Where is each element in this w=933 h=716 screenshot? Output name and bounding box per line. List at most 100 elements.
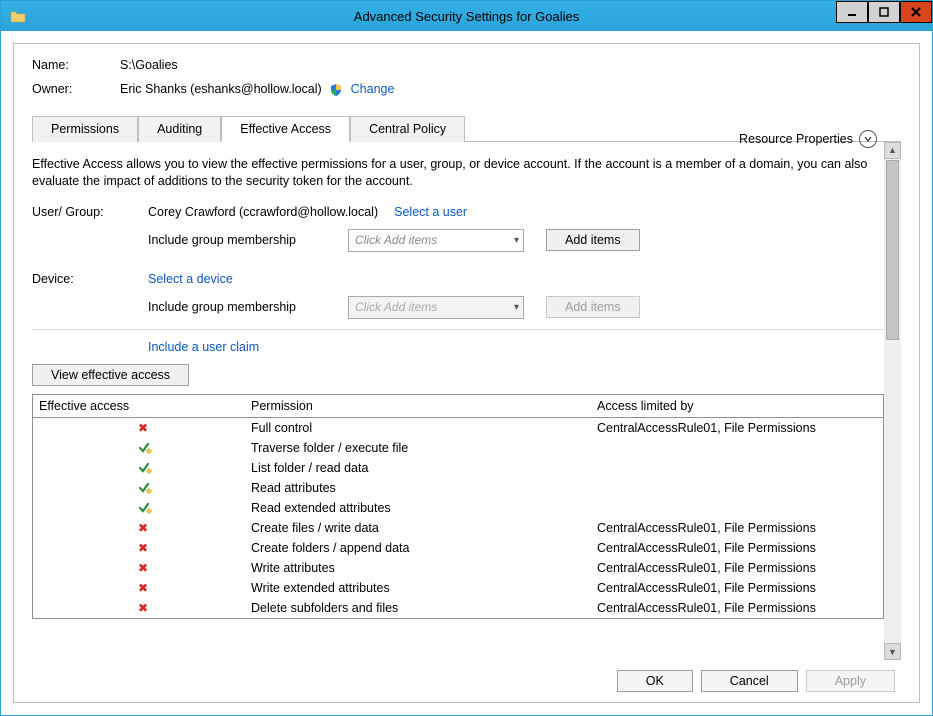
add-items-button-disabled: Add items bbox=[546, 296, 640, 318]
resource-properties: Resource Properties bbox=[739, 130, 877, 148]
permission-cell: Read attributes bbox=[251, 481, 597, 495]
name-value: S:\Goalies bbox=[120, 58, 178, 72]
chevron-down-icon: ▾ bbox=[514, 235, 519, 246]
tab-central-policy[interactable]: Central Policy bbox=[350, 116, 465, 142]
apply-button: Apply bbox=[806, 670, 895, 692]
window-frame: Advanced Security Settings for Goalies N… bbox=[0, 0, 933, 716]
select-device-link[interactable]: Select a device bbox=[148, 272, 233, 286]
grid-header-limit: Access limited by bbox=[597, 399, 877, 413]
table-row[interactable]: List folder / read data bbox=[33, 458, 883, 478]
select-user-link[interactable]: Select a user bbox=[394, 205, 467, 219]
dropdown-placeholder: Click Add items bbox=[355, 233, 437, 247]
owner-value: Eric Shanks (eshanks@hollow.local) Chang… bbox=[120, 82, 394, 97]
content-scroll-wrap: Effective Access allows you to view the … bbox=[32, 142, 901, 660]
table-row[interactable]: Create folders / append dataCentralAcces… bbox=[33, 538, 883, 558]
deny-icon bbox=[138, 541, 152, 555]
chevron-down-icon: ▾ bbox=[514, 302, 519, 313]
permission-cell: Write attributes bbox=[251, 561, 597, 575]
deny-icon bbox=[138, 421, 152, 435]
ok-button[interactable]: OK bbox=[617, 670, 693, 692]
name-row: Name: S:\Goalies bbox=[32, 58, 901, 72]
vertical-scrollbar[interactable]: ▲ ▼ bbox=[884, 142, 901, 660]
claim-row: Include a user claim bbox=[32, 340, 884, 354]
grid-header-permission: Permission bbox=[251, 399, 597, 413]
device-membership-dropdown: Click Add items ▾ bbox=[348, 296, 524, 319]
permission-cell: Full control bbox=[251, 421, 597, 435]
usergroup-membership-dropdown[interactable]: Click Add items ▾ bbox=[348, 229, 524, 252]
device-membership-row: Include group membership Click Add items… bbox=[32, 296, 884, 319]
allow-icon bbox=[137, 501, 153, 515]
view-effective-access-button[interactable]: View effective access bbox=[32, 364, 189, 386]
permission-cell: Delete subfolders and files bbox=[251, 601, 597, 615]
allow-icon bbox=[137, 481, 153, 495]
table-row[interactable]: Traverse folder / execute file bbox=[33, 438, 883, 458]
limited-by-cell: CentralAccessRule01, File Permissions bbox=[597, 421, 877, 435]
scroll-thumb[interactable] bbox=[886, 160, 899, 340]
body-area: Name: S:\Goalies Owner: Eric Shanks (esh… bbox=[1, 31, 932, 715]
add-items-button[interactable]: Add items bbox=[546, 229, 640, 251]
usergroup-label: User/ Group: bbox=[32, 205, 148, 219]
window-buttons bbox=[836, 1, 932, 23]
change-owner-link[interactable]: Change bbox=[351, 82, 395, 96]
tab-permissions[interactable]: Permissions bbox=[32, 116, 138, 142]
table-row[interactable]: Full controlCentralAccessRule01, File Pe… bbox=[33, 418, 883, 438]
content-area: Effective Access allows you to view the … bbox=[32, 142, 884, 660]
deny-icon bbox=[138, 521, 152, 535]
cancel-button[interactable]: Cancel bbox=[701, 670, 798, 692]
deny-icon bbox=[138, 581, 152, 595]
grid-header: Effective access Permission Access limit… bbox=[32, 394, 884, 418]
scroll-down-arrow[interactable]: ▼ bbox=[884, 643, 901, 660]
permission-cell: Traverse folder / execute file bbox=[251, 441, 597, 455]
table-row[interactable]: Read attributes bbox=[33, 478, 883, 498]
limited-by-cell: CentralAccessRule01, File Permissions bbox=[597, 601, 877, 615]
owner-text: Eric Shanks (eshanks@hollow.local) bbox=[120, 82, 322, 96]
permission-cell: Create files / write data bbox=[251, 521, 597, 535]
grid-body: Full controlCentralAccessRule01, File Pe… bbox=[32, 418, 884, 619]
resource-properties-label: Resource Properties bbox=[739, 132, 853, 146]
table-row[interactable]: Read extended attributes bbox=[33, 498, 883, 518]
limited-by-cell: CentralAccessRule01, File Permissions bbox=[597, 581, 877, 595]
limited-by-cell: CentralAccessRule01, File Permissions bbox=[597, 561, 877, 575]
description-text: Effective Access allows you to view the … bbox=[32, 156, 884, 191]
title-bar: Advanced Security Settings for Goalies bbox=[1, 1, 932, 31]
table-row[interactable]: Delete subfolders and filesCentralAccess… bbox=[33, 598, 883, 618]
deny-icon bbox=[138, 601, 152, 615]
allow-icon bbox=[137, 441, 153, 455]
separator bbox=[32, 329, 884, 330]
permission-cell: Write extended attributes bbox=[251, 581, 597, 595]
permission-cell: Create folders / append data bbox=[251, 541, 597, 555]
limited-by-cell: CentralAccessRule01, File Permissions bbox=[597, 521, 877, 535]
owner-row: Owner: Eric Shanks (eshanks@hollow.local… bbox=[32, 82, 901, 97]
owner-label: Owner: bbox=[32, 82, 120, 96]
chevron-down-icon[interactable] bbox=[859, 130, 877, 148]
table-row[interactable]: Create files / write dataCentralAccessRu… bbox=[33, 518, 883, 538]
window-title: Advanced Security Settings for Goalies bbox=[354, 9, 579, 24]
dialog-footer: OK Cancel Apply bbox=[32, 660, 901, 692]
usergroup-membership-row: Include group membership Click Add items… bbox=[32, 229, 884, 252]
name-label: Name: bbox=[32, 58, 120, 72]
maximize-button[interactable] bbox=[868, 1, 900, 23]
usergroup-row: User/ Group: Corey Crawford (ccrawford@h… bbox=[32, 205, 884, 219]
close-button[interactable] bbox=[900, 1, 932, 23]
table-row[interactable]: Write extended attributesCentralAccessRu… bbox=[33, 578, 883, 598]
device-label: Device: bbox=[32, 272, 148, 286]
permission-cell: List folder / read data bbox=[251, 461, 597, 475]
folder-icon bbox=[1, 9, 29, 23]
limited-by-cell: CentralAccessRule01, File Permissions bbox=[597, 541, 877, 555]
tab-effective-access[interactable]: Effective Access bbox=[221, 116, 350, 142]
include-user-claim-link[interactable]: Include a user claim bbox=[148, 340, 259, 354]
tab-auditing[interactable]: Auditing bbox=[138, 116, 221, 142]
usergroup-include-label: Include group membership bbox=[148, 233, 348, 247]
allow-icon bbox=[137, 461, 153, 475]
grid-header-effective: Effective access bbox=[39, 399, 251, 413]
device-row: Device: Select a device bbox=[32, 272, 884, 286]
main-panel: Name: S:\Goalies Owner: Eric Shanks (esh… bbox=[13, 43, 920, 703]
minimize-button[interactable] bbox=[836, 1, 868, 23]
scroll-up-arrow[interactable]: ▲ bbox=[884, 142, 901, 159]
table-row[interactable]: Write attributesCentralAccessRule01, Fil… bbox=[33, 558, 883, 578]
shield-icon bbox=[329, 83, 343, 97]
device-include-label: Include group membership bbox=[148, 300, 348, 314]
permission-cell: Read extended attributes bbox=[251, 501, 597, 515]
dropdown-placeholder: Click Add items bbox=[355, 300, 437, 314]
usergroup-value: Corey Crawford (ccrawford@hollow.local) bbox=[148, 205, 378, 219]
